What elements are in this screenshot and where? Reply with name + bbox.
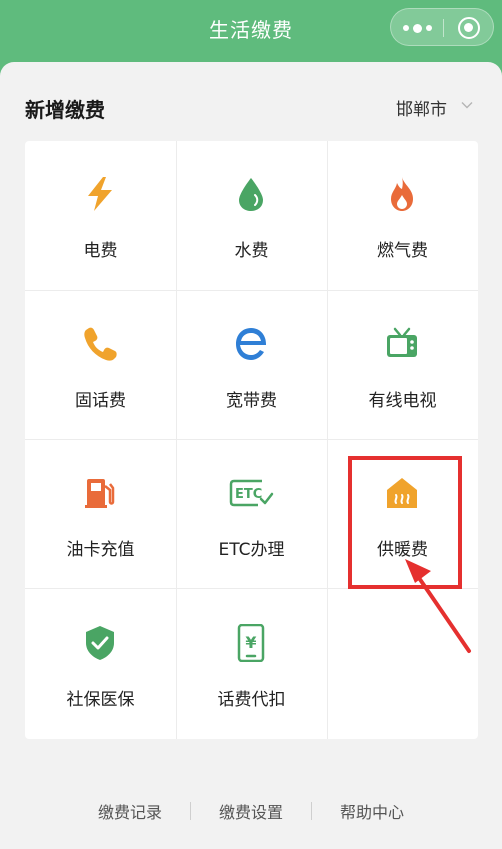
title-bar: 生活缴费 <box>0 0 502 62</box>
payment-item-electricity[interactable]: 电费 <box>25 141 176 291</box>
payment-item-label: 宽带费 <box>226 390 277 411</box>
payment-item-water[interactable]: 水费 <box>176 141 327 291</box>
payment-item-label: 固话费 <box>75 390 126 411</box>
fuel-pump-icon <box>81 474 119 512</box>
more-dots-icon <box>425 25 432 31</box>
payment-item-label: 电费 <box>83 241 118 261</box>
shield-check-icon <box>81 624 119 662</box>
help-center-link[interactable]: 帮助中心 <box>312 799 432 823</box>
more-dots-icon <box>412 23 422 33</box>
payment-item-social-insurance[interactable]: 社保医保 <box>25 590 176 740</box>
mobile-yen-icon: ¥ <box>232 623 270 662</box>
capsule-divider <box>443 19 444 37</box>
etc-icon-text: ETC <box>235 487 262 502</box>
payment-item-label: 燃气费 <box>377 241 428 261</box>
annotation-arrow <box>405 559 471 653</box>
payment-item-landline[interactable]: 固话费 <box>25 291 176 441</box>
tv-icon <box>383 325 421 363</box>
payment-item-label: 社保医保 <box>66 689 135 710</box>
flame-icon <box>383 175 421 213</box>
payment-item-label: 油卡充值 <box>66 540 135 560</box>
payment-item-cable-tv[interactable]: 有线电视 <box>327 291 478 441</box>
payment-item-label: ETC办理 <box>218 540 285 560</box>
payment-item-fuel-card[interactable]: 油卡充值 <box>25 440 176 590</box>
water-drop-icon <box>232 175 270 213</box>
payment-item-phone-autopay[interactable]: ¥ 话费代扣 <box>176 590 327 740</box>
section-title: 新增缴费 <box>25 98 105 122</box>
broadband-e-icon <box>232 325 270 363</box>
payment-item-broadband[interactable]: 宽带费 <box>176 291 327 441</box>
footer-links: 缴费记录 缴费设置 帮助中心 <box>0 798 502 824</box>
payment-item-label: 话费代扣 <box>217 689 286 710</box>
payment-item-etc[interactable]: ETC ETC办理 <box>176 440 327 590</box>
payment-item-gas[interactable]: 燃气费 <box>327 141 478 291</box>
close-mini-program-button[interactable] <box>458 17 480 39</box>
phone-icon <box>81 325 119 363</box>
etc-icon: ETC <box>226 474 276 512</box>
payment-records-link[interactable]: 缴费记录 <box>70 799 190 823</box>
more-dots-icon <box>402 25 409 31</box>
yen-icon-text: ¥ <box>245 633 256 652</box>
payment-item-label: 水费 <box>234 241 269 261</box>
more-menu-button[interactable] <box>391 9 443 47</box>
mini-program-capsule <box>390 8 494 46</box>
payment-settings-link[interactable]: 缴费设置 <box>191 799 311 823</box>
chevron-down-icon[interactable] <box>461 99 473 111</box>
payment-item-label: 有线电视 <box>368 390 437 411</box>
city-selector[interactable]: 邯郸市 <box>396 95 447 120</box>
lightning-icon <box>81 175 119 213</box>
